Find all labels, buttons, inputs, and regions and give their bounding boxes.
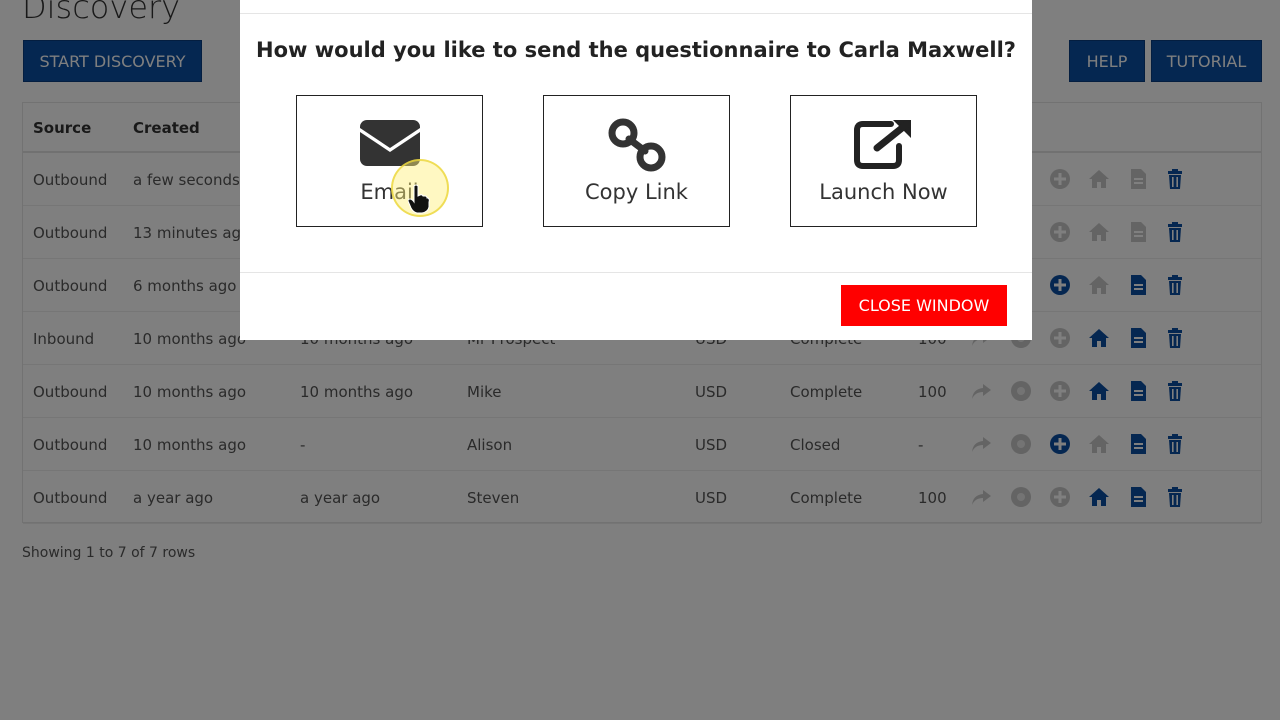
copy-link-option-button[interactable]: Copy Link: [543, 95, 730, 227]
modal-header: [240, 0, 1032, 14]
email-option-label: Email: [360, 180, 419, 204]
launch-now-option-button[interactable]: Launch Now: [790, 95, 977, 227]
modal-question: How would you like to send the questionn…: [256, 38, 1016, 62]
send-questionnaire-modal: How would you like to send the questionn…: [240, 0, 1032, 340]
external-link-icon: [853, 118, 915, 175]
launch-now-option-label: Launch Now: [819, 180, 948, 204]
email-option-button[interactable]: Email: [296, 95, 483, 227]
hand-cursor-icon: [407, 184, 430, 219]
close-window-button[interactable]: CLOSE WINDOW: [841, 285, 1007, 326]
copy-link-option-label: Copy Link: [585, 180, 688, 204]
link-icon: [608, 118, 666, 177]
modal-footer: CLOSE WINDOW: [240, 272, 1032, 340]
